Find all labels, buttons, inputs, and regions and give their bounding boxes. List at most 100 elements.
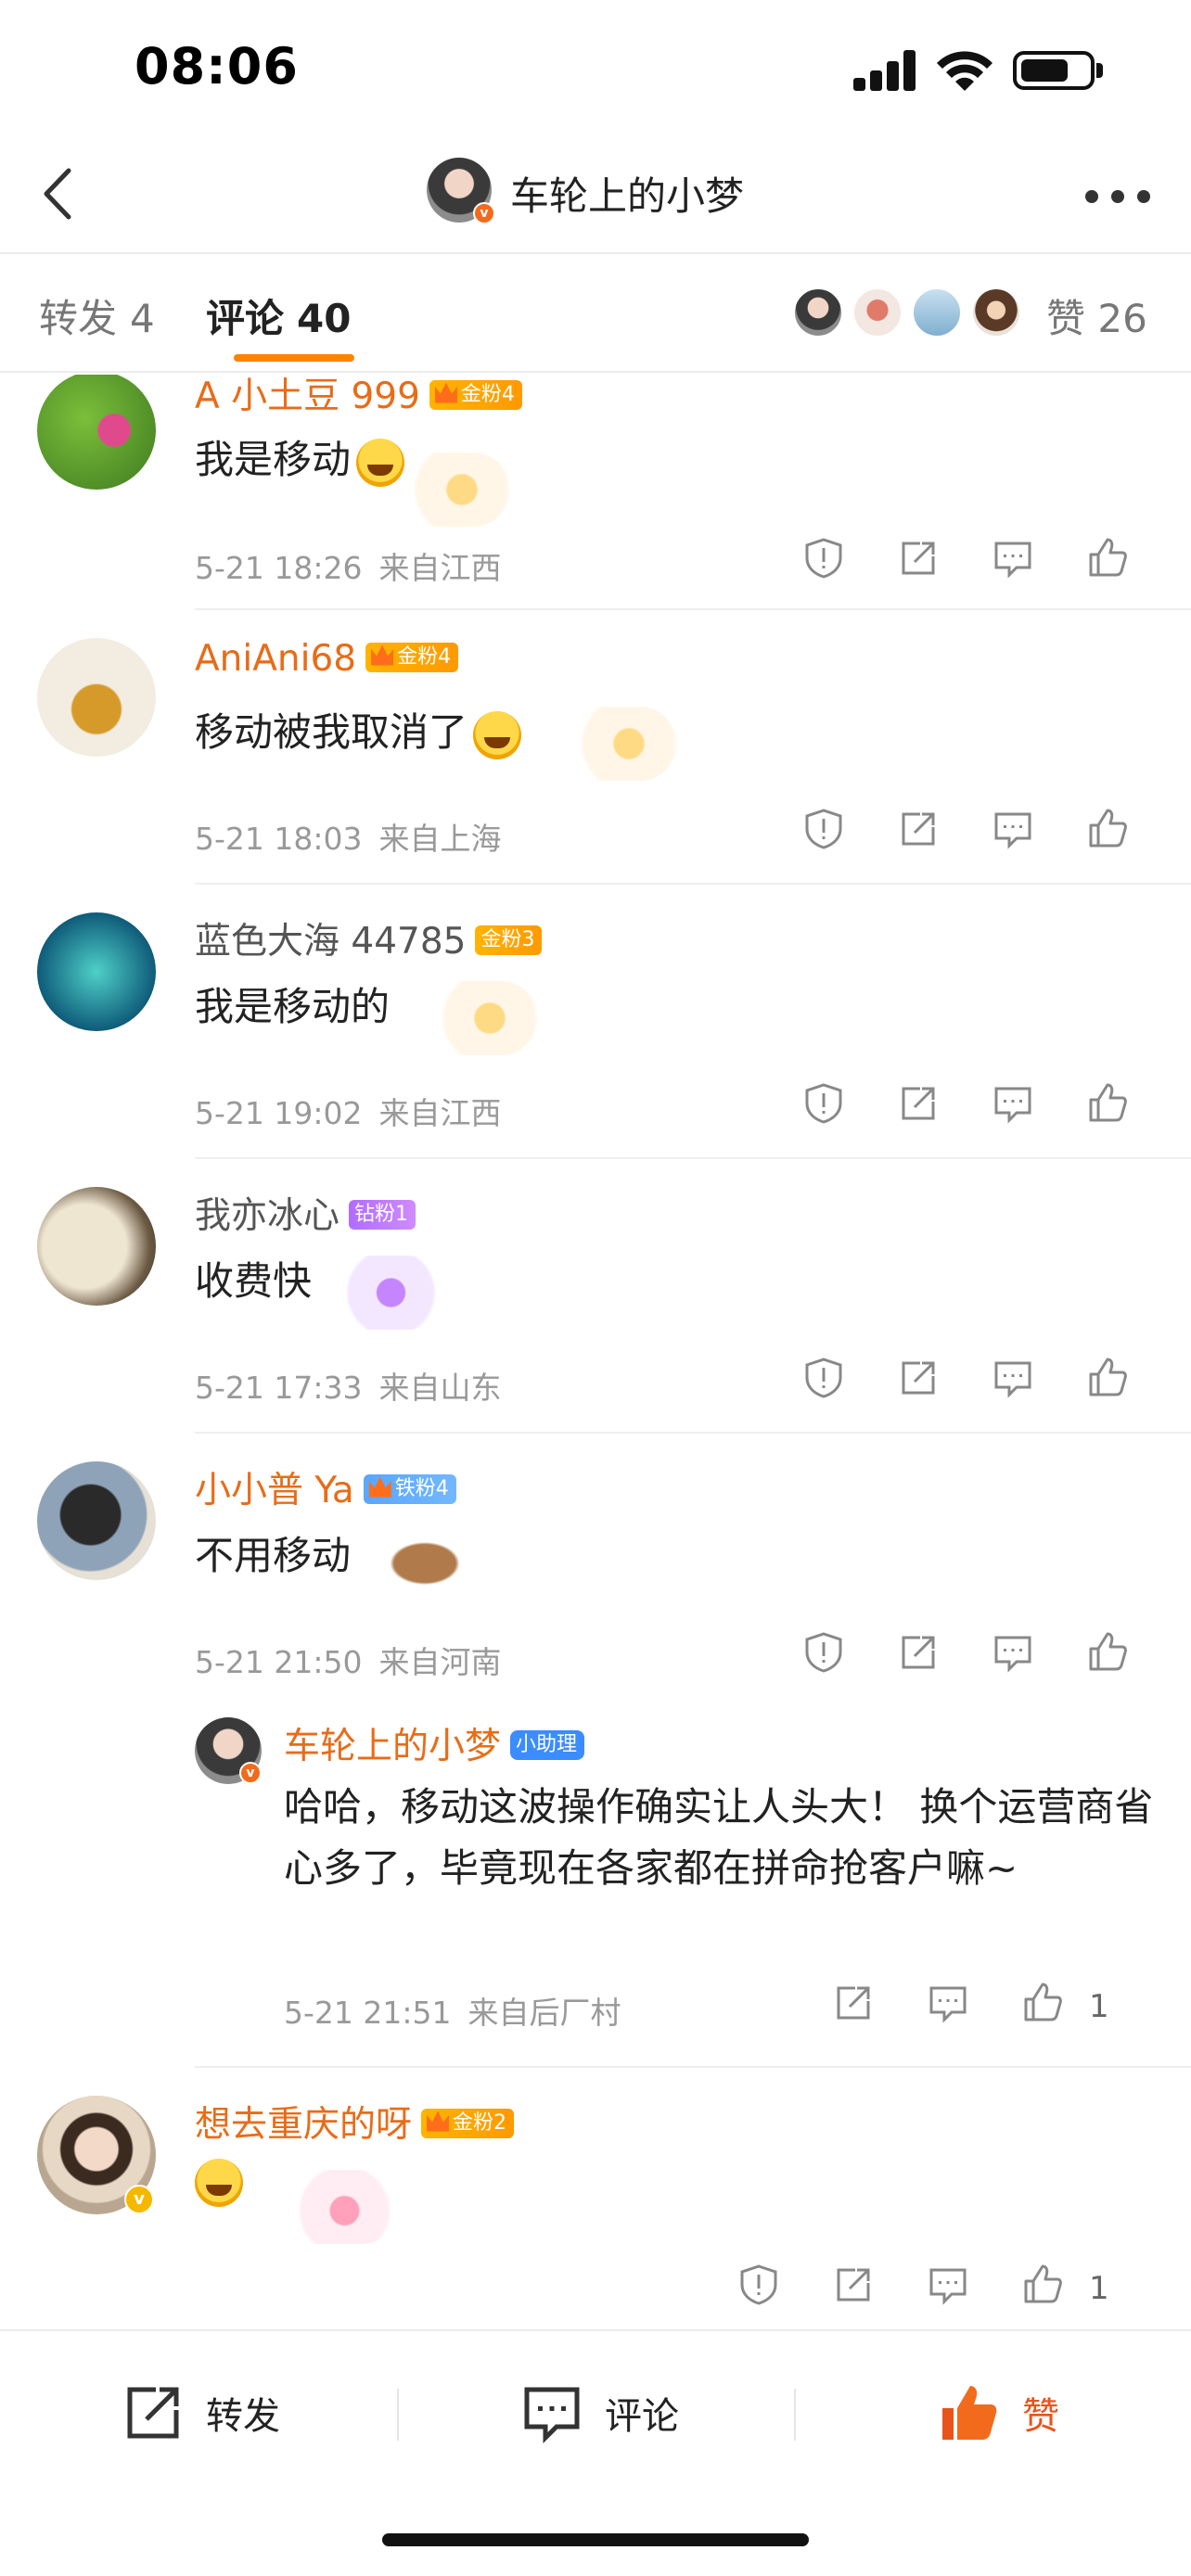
like-icon[interactable]	[1085, 1630, 1141, 1686]
comment-actions	[801, 1630, 1191, 1686]
gold-gem-sticker	[417, 981, 538, 1055]
comment-text: 移动被我取消了	[195, 701, 522, 759]
tab-repost[interactable]: 转发 4	[39, 287, 155, 344]
fan-badge-label: 金粉2	[453, 2111, 507, 2135]
comment-icon[interactable]	[926, 1981, 981, 2036]
likes-summary[interactable]: 赞 26	[1046, 287, 1147, 344]
battery-icon	[1013, 51, 1095, 90]
report-icon[interactable]	[801, 1630, 857, 1686]
avatar[interactable]	[37, 375, 156, 490]
repost-button[interactable]: 转发	[121, 2376, 280, 2450]
verified-badge-icon: v	[124, 2185, 154, 2214]
assistant-badge[interactable]: 小助理	[510, 1729, 585, 1760]
cellular-signal-icon	[853, 48, 918, 91]
comments-list[interactable]: A 小土豆 999 金粉4 我是移动 5-21 18:26 来自江西 AniAni6…	[0, 375, 1191, 2329]
report-icon[interactable]	[801, 536, 857, 592]
grinning-emoji-icon	[473, 710, 522, 759]
like-icon[interactable]	[1085, 536, 1141, 592]
like-icon[interactable]	[1085, 1356, 1141, 1411]
tab-comments[interactable]: 评论 40	[206, 287, 351, 344]
share-icon[interactable]	[896, 1081, 952, 1137]
comment-icon[interactable]	[991, 1356, 1046, 1411]
comment-date: 5-21 19:02	[195, 1095, 363, 1131]
avatar[interactable]	[37, 1461, 156, 1580]
comment-icon[interactable]	[991, 807, 1046, 862]
reply-username[interactable]: 车轮上的小梦 小助理	[284, 1717, 585, 1769]
share-icon[interactable]	[831, 1981, 887, 2036]
comment-label: 评论	[605, 2395, 679, 2438]
comment-button[interactable]: 评论	[519, 2376, 679, 2450]
like-icon[interactable]	[1020, 1981, 1076, 2036]
like-label: 赞	[1022, 2395, 1059, 2438]
comment-date: 5-21 17:33	[195, 1370, 363, 1406]
username[interactable]: 蓝色大海 44785 金粉3	[195, 912, 543, 964]
list-item: A 小土豆 999 金粉4 我是移动 5-21 18:26 来自江西	[0, 375, 1191, 610]
avatar[interactable]	[37, 638, 156, 757]
more-icon[interactable]	[1085, 181, 1150, 209]
gold-gem-sticker	[557, 707, 677, 781]
like-icon[interactable]	[1020, 2263, 1076, 2318]
comment-icon[interactable]	[991, 1081, 1046, 1137]
comment-like-count: 1	[1089, 2270, 1109, 2307]
username[interactable]: 我亦冰心 钻粉1	[195, 1187, 416, 1239]
like-icon[interactable]	[1085, 1081, 1141, 1137]
comment-text-content: 我是移动的	[195, 984, 391, 1029]
fan-badge[interactable]: 金粉4	[429, 379, 522, 410]
share-icon[interactable]	[831, 2263, 887, 2318]
comment-actions	[801, 1356, 1191, 1411]
comment-meta: 5-21 21:50 来自河南	[195, 1638, 502, 1682]
list-item: AniAni68 金粉4 移动被我取消了 5-21 18:03 来自上海	[0, 610, 1191, 885]
username-text: AniAni68	[195, 638, 357, 680]
like-button[interactable]: 赞	[937, 2376, 1059, 2450]
list-item: 蓝色大海 44785 金粉3 我是移动的 5-21 19:02 来自江西	[0, 885, 1191, 1159]
fan-badge[interactable]: 钻粉1	[349, 1199, 416, 1230]
username[interactable]: 小小普 Ya 铁粉4	[195, 1461, 456, 1513]
fan-badge[interactable]: 铁粉4	[363, 1473, 456, 1504]
comment-text: 不用移动	[195, 1524, 351, 1581]
comment-actions: 1	[740, 2263, 1191, 2318]
share-icon	[127, 2387, 179, 2439]
comment-icon[interactable]	[926, 2263, 981, 2318]
status-time: 08:06	[134, 37, 299, 96]
back-icon[interactable]	[28, 161, 93, 226]
comment-date: 5-21 18:03	[195, 821, 363, 857]
reply-actions: 1	[801, 1981, 1191, 2036]
share-icon[interactable]	[896, 536, 952, 592]
tab-repost-label: 转发	[39, 296, 118, 341]
share-icon[interactable]	[896, 1630, 952, 1686]
username-text: 小小普 Ya	[195, 1470, 354, 1511]
like-icon[interactable]	[1085, 807, 1141, 862]
report-icon[interactable]	[736, 2263, 792, 2318]
username-text: 蓝色大海 44785	[195, 921, 467, 963]
report-icon[interactable]	[801, 1356, 857, 1411]
reply-date: 5-21 21:51	[284, 1995, 452, 2031]
avatar[interactable]	[37, 912, 156, 1031]
report-icon[interactable]	[801, 1081, 857, 1137]
fan-badge[interactable]: 金粉2	[421, 2108, 515, 2138]
comment-location: 来自江西	[378, 550, 502, 586]
username-text: 我亦冰心	[195, 1195, 340, 1237]
share-icon[interactable]	[896, 807, 952, 862]
avatar[interactable]	[37, 1187, 156, 1306]
battery-cap	[1096, 63, 1103, 78]
laughing-tears-emoji-icon	[195, 2158, 243, 2207]
liker-avatars[interactable]	[793, 287, 1025, 343]
home-indicator[interactable]	[382, 2533, 809, 2546]
list-item: v 想去重庆的呀 金粉2 1	[0, 2068, 1191, 2329]
likes-label: 赞	[1046, 296, 1086, 341]
comment-actions	[801, 536, 1191, 592]
username[interactable]: 想去重庆的呀 金粉2	[195, 2096, 515, 2148]
page-title[interactable]: 车轮上的小梦	[510, 165, 744, 222]
comment-icon[interactable]	[991, 1630, 1046, 1686]
share-icon[interactable]	[896, 1356, 952, 1411]
comment-meta: 5-21 17:33 来自山东	[195, 1363, 502, 1408]
username[interactable]: A 小土豆 999 金粉4	[195, 375, 522, 419]
comment-icon[interactable]	[991, 536, 1046, 592]
report-icon[interactable]	[801, 807, 857, 862]
fan-badge[interactable]: 金粉3	[475, 925, 543, 955]
capybara-sticker	[352, 1519, 473, 1593]
username[interactable]: AniAni68 金粉4	[195, 638, 459, 680]
verified-badge-icon: v	[239, 1762, 262, 1784]
reply-like-count: 1	[1089, 1988, 1109, 2025]
fan-badge[interactable]: 金粉4	[365, 642, 459, 672]
